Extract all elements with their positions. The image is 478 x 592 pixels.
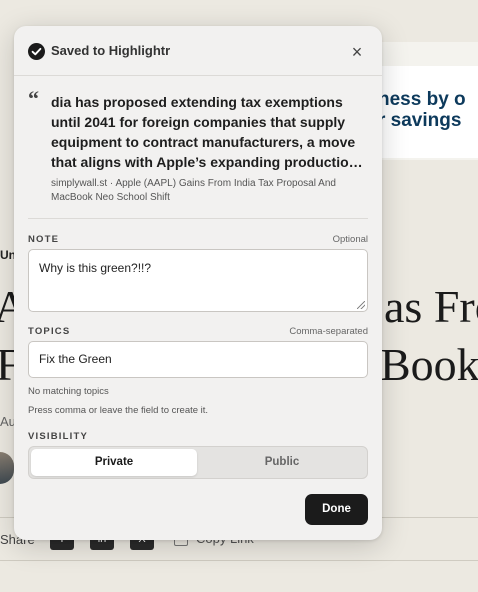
close-button[interactable]: × <box>347 42 367 62</box>
dialog-header: Saved to Highlightr × <box>14 26 382 76</box>
close-icon: × <box>351 42 363 62</box>
article-title-line-2-right: Book <box>380 339 478 390</box>
visibility-private-option[interactable]: Private <box>31 449 197 476</box>
note-value: Why is this green?!!? <box>39 261 152 275</box>
note-textarea[interactable]: Why is this green?!!? <box>28 249 368 312</box>
check-circle-icon <box>28 43 45 60</box>
visibility-public-option[interactable]: Public <box>199 449 365 476</box>
section-divider <box>28 218 368 219</box>
promo-banner-line-2: r savings <box>378 110 462 131</box>
highlight-source[interactable]: simplywall.st · Apple (AAPL) Gains From … <box>51 177 369 205</box>
dialog-title: Saved to Highlightr <box>51 43 171 58</box>
topics-label: TOPICS <box>28 326 71 337</box>
promo-banner-line-1: ness by o <box>378 89 466 110</box>
done-button[interactable]: Done <box>305 494 368 525</box>
note-hint: Optional <box>332 234 368 245</box>
visibility-toggle: Private Public <box>28 446 368 479</box>
note-label: NOTE <box>28 234 60 245</box>
article-title-line-1-right: as Fro <box>384 281 478 332</box>
resize-grip-icon[interactable] <box>357 301 365 309</box>
topics-no-match-message: No matching topics <box>28 386 109 397</box>
topics-create-hint: Press comma or leave the field to create… <box>28 405 209 416</box>
visibility-label: VISIBILITY <box>28 431 89 442</box>
highlight-saved-dialog: Saved to Highlightr × “ dia has proposed… <box>14 26 382 540</box>
share-divider-bottom <box>0 560 478 561</box>
topics-hint: Comma-separated <box>289 326 368 337</box>
highlight-quote: dia has proposed extending tax exemption… <box>51 94 358 170</box>
author-avatar <box>0 452 14 484</box>
topics-value: Fix the Green <box>39 352 112 366</box>
topics-input[interactable]: Fix the Green <box>28 341 368 378</box>
quote-mark-icon: “ <box>28 86 39 111</box>
